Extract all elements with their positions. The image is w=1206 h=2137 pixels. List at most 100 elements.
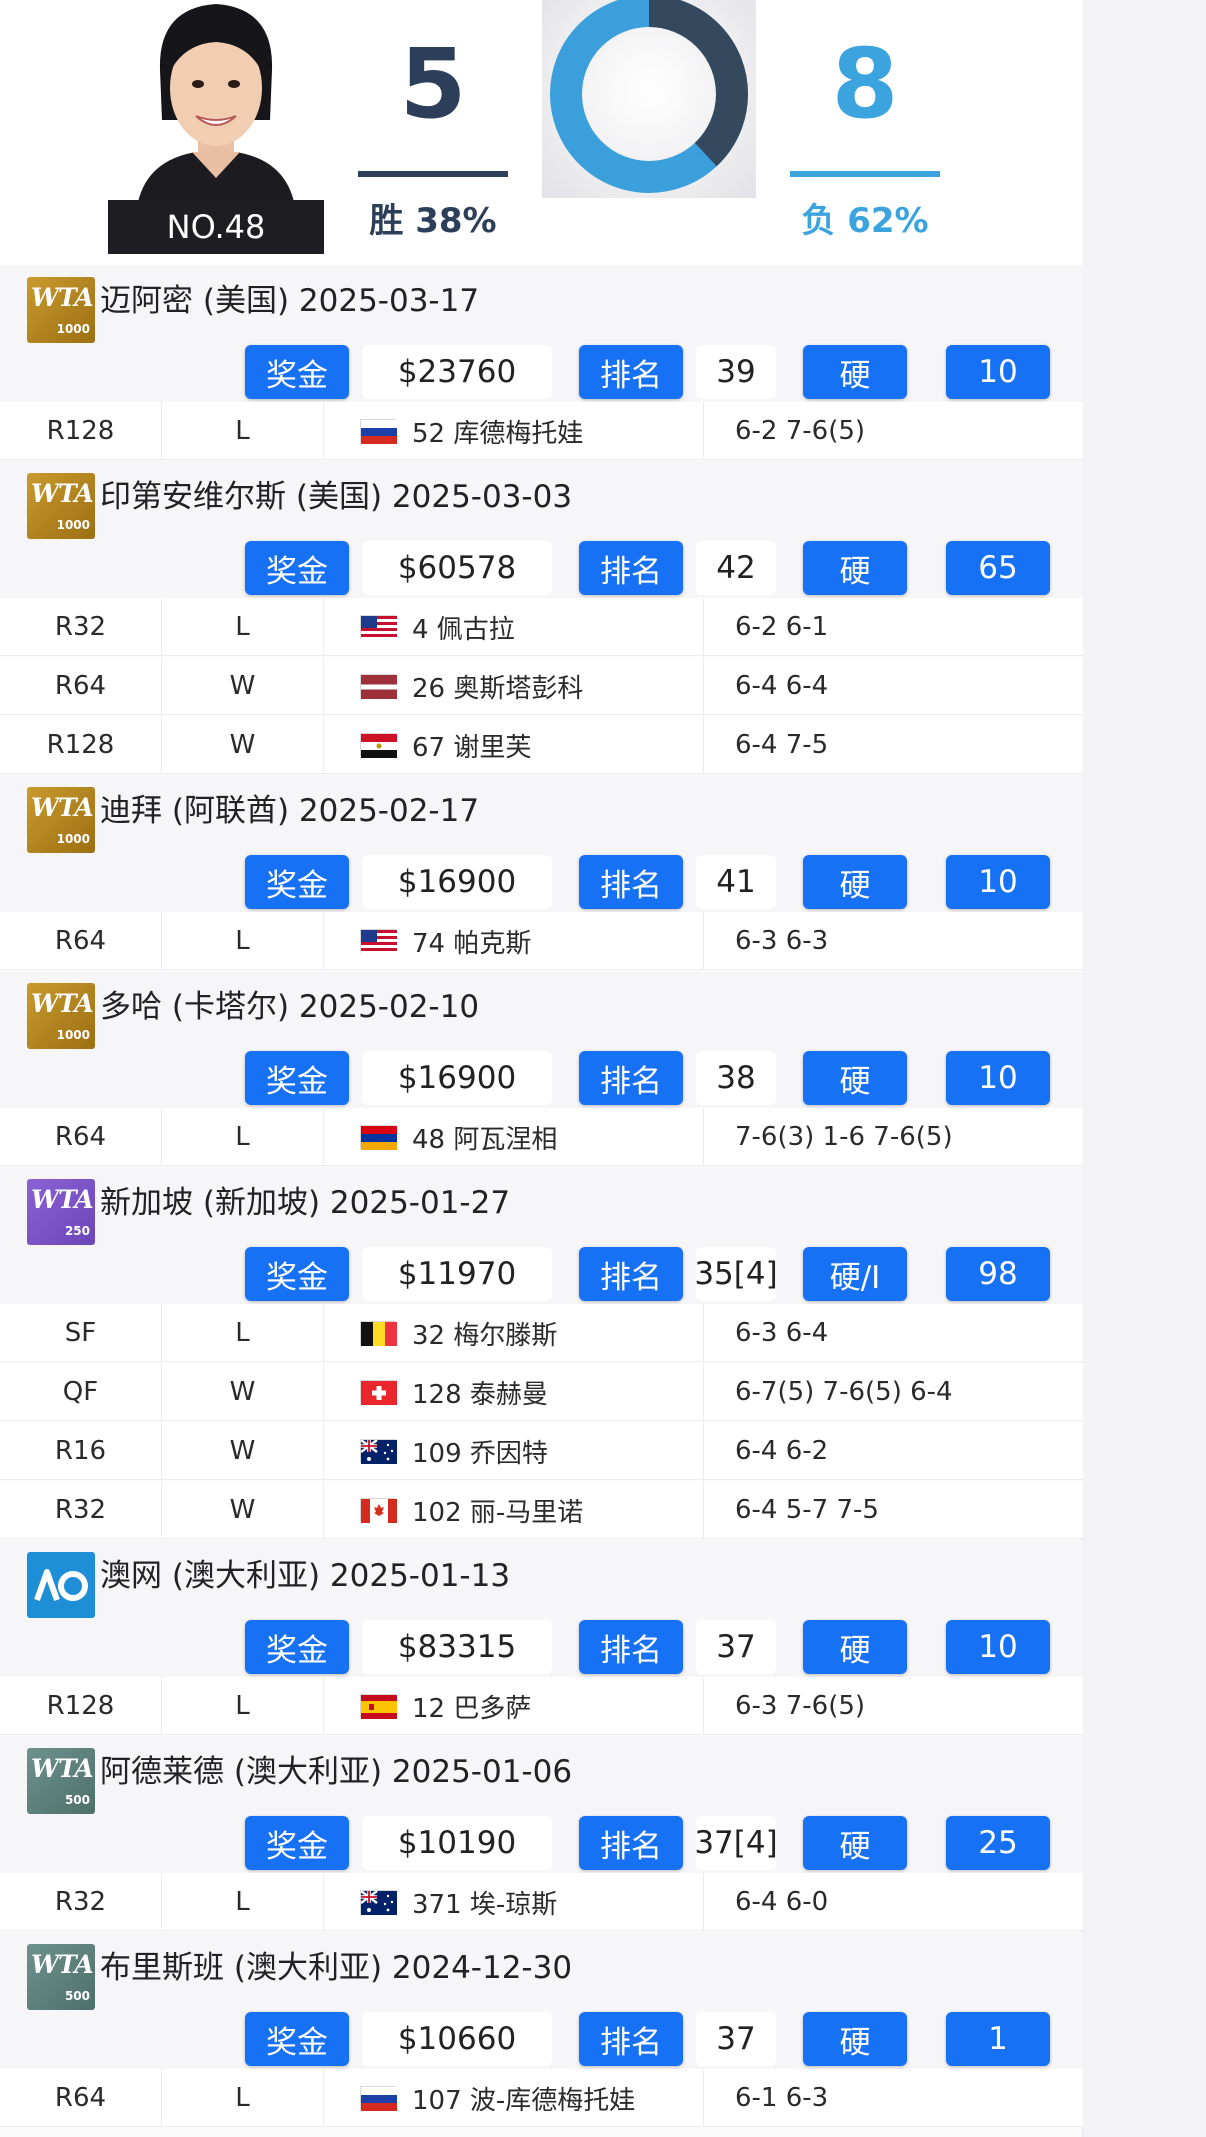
prize-value: $83315	[362, 1620, 552, 1674]
tournament-header[interactable]: WTA 1000 印第安维尔斯 (美国) 2025-03-03 奖金 $60578 排名 4…	[0, 461, 1083, 598]
match-score: 6-2 7-6(5)	[735, 416, 866, 446]
prize-label-button[interactable]: 奖金	[245, 2012, 349, 2066]
match-row[interactable]: R32 L 371 埃-琼斯 6-4 6-0	[0, 1873, 1083, 1931]
rank-value: 41	[696, 855, 776, 909]
surface-button[interactable]: 硬	[803, 855, 907, 909]
match-opponent: 26 奥斯塔彭科	[324, 657, 704, 715]
match-row[interactable]: QF W 128 泰赫曼 6-7(5) 7-6(5) 6-4	[0, 1363, 1083, 1421]
match-row[interactable]: R32 W 102 丽-马里诺 6-4 5-7 7-5	[0, 1481, 1083, 1539]
match-round: R64	[0, 912, 162, 970]
prize-label-button[interactable]: 奖金	[245, 855, 349, 909]
tournament-header[interactable]: WTA 1000 多哈 (卡塔尔) 2025-02-10 奖金 $16900 排名 38 硬 1…	[0, 971, 1083, 1108]
australian-open-logo-icon	[27, 1552, 95, 1618]
wins-underline	[358, 171, 508, 177]
tournament-title: 阿德莱德 (澳大利亚) 2025-01-06	[100, 1754, 573, 1790]
points-button[interactable]: 1	[946, 2012, 1050, 2066]
prize-value: $10660	[362, 2012, 552, 2066]
armenia-flag-icon	[360, 1125, 397, 1150]
surface-button[interactable]: 硬	[803, 541, 907, 595]
match-row[interactable]: R128 L 52 库德梅托娃 6-2 7-6(5)	[0, 402, 1083, 460]
rank-label-button[interactable]: 排名	[579, 1247, 683, 1301]
tournament-header[interactable]: WTA 500 阿德莱德 (澳大利亚) 2025-01-06 奖金 $10190 排名 37…	[0, 1736, 1083, 1873]
rank-label-button[interactable]: 排名	[579, 541, 683, 595]
rank-value: 37[4]	[694, 1816, 778, 1870]
opponent-name: 26 奥斯塔彭科	[412, 673, 584, 704]
tournament-header[interactable]: WTA 1000 迈阿密 (美国) 2025-03-17 奖金 $23760 排名 39 硬 1…	[0, 265, 1083, 402]
points-button[interactable]: 25	[946, 1816, 1050, 1870]
match-row[interactable]: R64 L 107 波-库德梅托娃 6-1 6-3	[0, 2069, 1083, 2127]
match-result: L	[162, 1873, 324, 1931]
match-row[interactable]: R32 L 4 佩古拉 6-2 6-1	[0, 598, 1083, 656]
prize-value: $10190	[362, 1816, 552, 1870]
spain-flag-icon	[360, 1694, 397, 1719]
latvia-flag-icon	[360, 674, 397, 699]
match-score: 6-4 7-5	[735, 730, 829, 760]
match-score: 6-4 6-4	[735, 671, 829, 701]
match-row[interactable]: R128 W 67 谢里芙 6-4 7-5	[0, 716, 1083, 774]
tournament-title: 印第安维尔斯 (美国) 2025-03-03	[100, 479, 573, 515]
match-row[interactable]: R128 L 12 巴多萨 6-3 7-6(5)	[0, 1677, 1083, 1735]
prize-label-button[interactable]: 奖金	[245, 1620, 349, 1674]
usa-flag-icon	[360, 929, 397, 954]
match-round: R64	[0, 1108, 162, 1166]
match-round: R64	[0, 2069, 162, 2127]
tournament-header[interactable]: WTA 250 新加坡 (新加坡) 2025-01-27 奖金 $11970 排名 35[4…	[0, 1167, 1083, 1304]
match-round: R32	[0, 598, 162, 656]
tournament-header[interactable]: WTA 1000 迪拜 (阿联酋) 2025-02-17 奖金 $16900 排名 41 硬 1…	[0, 775, 1083, 912]
points-button[interactable]: 65	[946, 541, 1050, 595]
match-result: L	[162, 1677, 324, 1735]
match-score: 6-3 7-6(5)	[735, 1691, 866, 1721]
rank-value: 42	[696, 541, 776, 595]
match-round: R32	[0, 1873, 162, 1931]
rank-label-button[interactable]: 排名	[579, 1620, 683, 1674]
prize-label-button[interactable]: 奖金	[245, 1247, 349, 1301]
losses-underline	[790, 171, 940, 177]
wins-percentage: 胜 38%	[369, 201, 497, 241]
win-loss-donut	[542, 0, 756, 198]
surface-button[interactable]: 硬	[803, 345, 907, 399]
match-row[interactable]: SF L 32 梅尔滕斯 6-3 6-4	[0, 1304, 1083, 1362]
match-opponent: 107 波-库德梅托娃	[324, 2069, 704, 2127]
prize-label-button[interactable]: 奖金	[245, 1816, 349, 1870]
canada-flag-icon	[360, 1498, 397, 1523]
australia-flag-icon	[360, 1890, 397, 1915]
wta-500-logo-icon: WTA 500	[27, 1944, 95, 2010]
rank-value: 37	[696, 1620, 776, 1674]
rank-label-button[interactable]: 排名	[579, 855, 683, 909]
tournament-header[interactable]: WTA 500 布里斯班 (澳大利亚) 2024-12-30 奖金 $10660 排名 37…	[0, 1932, 1083, 2069]
match-row[interactable]: R64 W 26 奥斯塔彭科 6-4 6-4	[0, 657, 1083, 715]
tournament-header[interactable]: 澳网 (澳大利亚) 2025-01-13 奖金 $83315 排名 37 硬 10	[0, 1540, 1083, 1677]
match-row[interactable]: R64 L 48 阿瓦涅相 7-6(3) 1-6 7-6(5)	[0, 1108, 1083, 1166]
rank-label-button[interactable]: 排名	[579, 2012, 683, 2066]
rank-label-button[interactable]: 排名	[579, 1051, 683, 1105]
match-row[interactable]: R64 L 74 帕克斯 6-3 6-3	[0, 912, 1083, 970]
points-button[interactable]: 10	[946, 855, 1050, 909]
points-button[interactable]: 10	[946, 345, 1050, 399]
match-row[interactable]: R16 W 109 乔因特 6-4 6-2	[0, 1422, 1083, 1480]
prize-label-button[interactable]: 奖金	[245, 541, 349, 595]
surface-button[interactable]: 硬	[803, 1620, 907, 1674]
surface-button[interactable]: 硬/I	[803, 1247, 907, 1301]
opponent-name: 4 佩古拉	[412, 614, 515, 645]
points-button[interactable]: 10	[946, 1620, 1050, 1674]
tournament-title: 澳网 (澳大利亚) 2025-01-13	[100, 1558, 511, 1594]
match-result: L	[162, 2069, 324, 2127]
points-button[interactable]: 10	[946, 1051, 1050, 1105]
match-score: 6-4 6-0	[735, 1887, 829, 1917]
match-result: L	[162, 402, 324, 460]
surface-button[interactable]: 硬	[803, 1051, 907, 1105]
points-button[interactable]: 98	[946, 1247, 1050, 1301]
tournament-title: 迈阿密 (美国) 2025-03-17	[100, 283, 480, 319]
match-score: 7-6(3) 1-6 7-6(5)	[735, 1122, 953, 1152]
prize-label-button[interactable]: 奖金	[245, 345, 349, 399]
prize-label-button[interactable]: 奖金	[245, 1051, 349, 1105]
match-opponent: 371 埃-琼斯	[324, 1873, 704, 1931]
match-opponent: 32 梅尔滕斯	[324, 1304, 704, 1362]
rank-label-button[interactable]: 排名	[579, 345, 683, 399]
rank-label-button[interactable]: 排名	[579, 1816, 683, 1870]
wins-count: 5	[399, 28, 467, 140]
surface-button[interactable]: 硬	[803, 1816, 907, 1870]
surface-button[interactable]: 硬	[803, 2012, 907, 2066]
opponent-name: 32 梅尔滕斯	[412, 1320, 558, 1351]
match-result: W	[162, 716, 324, 774]
